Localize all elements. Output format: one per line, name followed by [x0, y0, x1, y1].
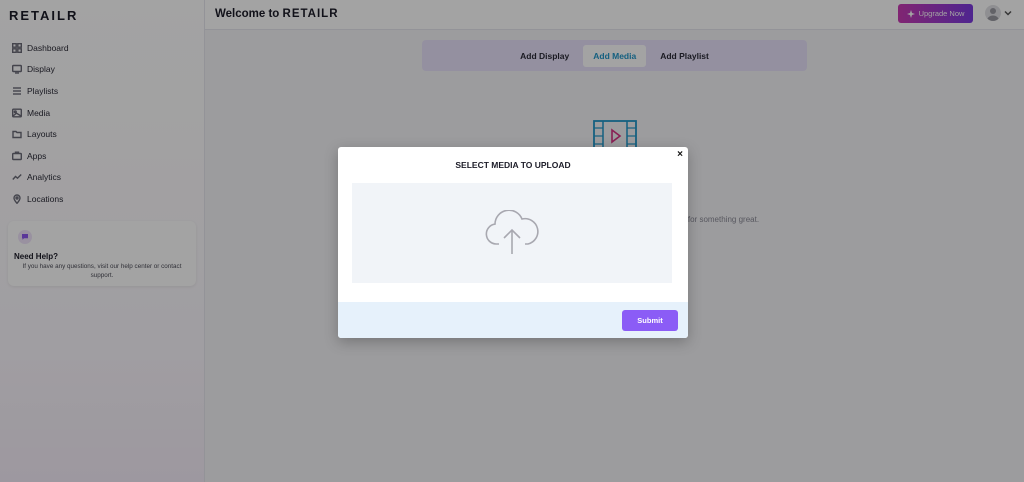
modal-title: SELECT MEDIA TO UPLOAD: [455, 160, 571, 170]
close-button[interactable]: ×: [677, 149, 683, 160]
upload-modal: SELECT MEDIA TO UPLOAD × Submit: [338, 147, 688, 338]
submit-button[interactable]: Submit: [622, 310, 678, 331]
upload-dropzone[interactable]: [352, 183, 672, 283]
modal-footer: Submit: [338, 302, 688, 338]
cloud-upload-icon: [485, 210, 539, 254]
